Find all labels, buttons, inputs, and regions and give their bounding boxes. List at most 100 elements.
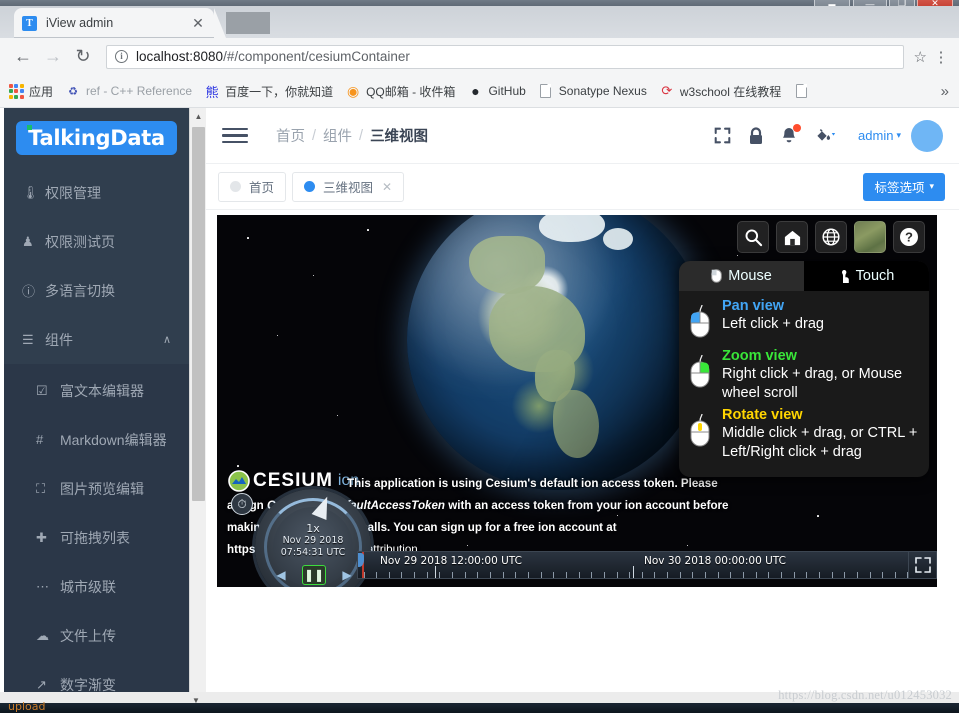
timeline-ticks: [358, 570, 908, 578]
sidebar-item-i18n[interactable]: ⓘ 多语言切换: [4, 266, 189, 315]
navhelp-text-pan: Pan view Left click + drag: [720, 297, 920, 334]
page-tab-home[interactable]: 首页: [218, 171, 287, 202]
help-icon[interactable]: ?: [893, 221, 925, 253]
mouse-middle-button-icon: [686, 406, 720, 453]
sidebar-item-count-to[interactable]: ↗ 数字渐变: [4, 660, 189, 693]
cloud-upload-icon: ☁: [36, 627, 49, 643]
browser-toolbar: ← → ↻ i localhost:8080/#/component/cesiu…: [0, 38, 959, 75]
tab-close-icon[interactable]: ✕: [190, 15, 206, 32]
address-bar[interactable]: i localhost:8080/#/component/cesiumConta…: [106, 44, 904, 69]
back-icon[interactable]: ←: [8, 42, 38, 72]
page-tab-close-icon[interactable]: ✕: [382, 180, 392, 194]
header-icon-group: [714, 123, 836, 145]
navhelp-tab-touch[interactable]: Touch: [804, 261, 929, 291]
lock-icon[interactable]: [748, 126, 764, 145]
scene-mode-globe-icon[interactable]: [815, 221, 847, 253]
bookmark-cpp-reference[interactable]: ♻ ref - C++ Reference: [65, 83, 192, 99]
sidebar-item-label: 多语言切换: [45, 282, 115, 299]
bookmark-label: Sonatype Nexus: [558, 84, 647, 98]
bookmark-untitled[interactable]: [793, 83, 814, 99]
reload-icon[interactable]: ↻: [68, 42, 98, 72]
navhelp-row-pan: Pan view Left click + drag: [686, 297, 920, 344]
navhelp-text-zoom: Zoom view Right click + drag, or Mouse w…: [720, 347, 920, 403]
bookmark-qqmail[interactable]: ◉ QQ邮箱 - 收件箱: [345, 83, 455, 100]
home-icon[interactable]: [776, 221, 808, 253]
animation-controls: ◀ ❚❚ ▶: [269, 565, 359, 585]
navhelp-tab-mouse[interactable]: Mouse: [679, 261, 804, 291]
forward-icon[interactable]: →: [38, 42, 68, 72]
sidebar-item-markdown-editor[interactable]: # Markdown编辑器: [4, 415, 189, 464]
sidebar-submenu: ☑ 富文本编辑器 # Markdown编辑器 ⛶ 图片预览编辑 ✚ 可拖拽列表 …: [4, 364, 189, 692]
browser-menu-icon[interactable]: ⋮: [931, 48, 951, 66]
user-menu[interactable]: admin ▾: [858, 119, 943, 152]
sidebar-item-label: 数字渐变: [60, 676, 116, 693]
sidebar-scrollbar[interactable]: ▲ ▼: [189, 108, 206, 713]
bookmarks-overflow-icon[interactable]: »: [941, 83, 949, 100]
scroll-up-icon[interactable]: ▲: [190, 108, 207, 125]
mouse-right-button-icon: [686, 347, 720, 394]
base-layer-picker-icon[interactable]: [854, 221, 886, 253]
qqmail-icon: ◉: [346, 82, 360, 99]
timeline-track[interactable]: Nov 29 2018 12:00:00 UTC Nov 30 2018 00:…: [358, 552, 908, 578]
cesium-viewer[interactable]: ? Mouse Touch Pan view Left click + drag…: [217, 215, 937, 587]
sidebar-item-label: 图片预览编辑: [60, 480, 144, 497]
cesium-animation-widget[interactable]: ⏱ 1x Nov 29 2018 07:54:31 UTC ◀ ❚❚ ▶: [225, 489, 375, 587]
page-tabbar: 首页 三维视图 ✕ 标签选项 ▾: [206, 164, 959, 210]
browser-tab-iview-admin[interactable]: T iView admin ✕: [14, 8, 226, 38]
bookmark-label: QQ邮箱 - 收件箱: [366, 84, 456, 99]
menu-collapse-icon[interactable]: [222, 123, 248, 148]
document-icon: [793, 83, 809, 99]
bookmark-baidu[interactable]: 熊 百度一下，你就知道: [204, 83, 334, 100]
navhelp-title: Zoom view: [722, 348, 797, 364]
breadcrumb-item-components[interactable]: 组件: [323, 125, 352, 146]
theme-color-icon[interactable]: [814, 127, 836, 144]
sidebar-item-label: 富文本编辑器: [60, 382, 144, 399]
sidebar-item-permission-test[interactable]: ♟ 权限测试页: [4, 217, 189, 266]
sidebar-item-permission-manage[interactable]: 🌡 权限管理: [4, 168, 189, 217]
sidebar: TalkingData 🌡 权限管理 ♟ 权限测试页 ⓘ 多语言切换 ☰ 组件 …: [4, 108, 189, 692]
breadcrumb-separator: /: [359, 127, 364, 144]
move-icon: ✚: [36, 529, 47, 545]
tab-dot-icon: [304, 181, 316, 192]
play-button[interactable]: ▶: [335, 565, 359, 585]
bookmark-star-icon[interactable]: ☆: [910, 48, 931, 66]
sidebar-group-components[interactable]: ☰ 组件 ∧: [4, 315, 189, 364]
pause-button[interactable]: ❚❚: [302, 565, 326, 585]
animation-dial[interactable]: 1x Nov 29 2018 07:54:31 UTC ◀ ❚❚ ▶: [255, 489, 371, 587]
timeline-expand-icon[interactable]: [908, 552, 936, 578]
reverse-button[interactable]: ◀: [269, 565, 293, 585]
site-info-icon[interactable]: i: [115, 50, 128, 63]
globe-icon: ⓘ: [22, 284, 36, 299]
search-icon[interactable]: [737, 221, 769, 253]
sidebar-group-label: 组件: [45, 331, 73, 348]
browser-tab-title: iView admin: [46, 16, 114, 30]
fullscreen-icon[interactable]: [714, 127, 731, 144]
sidebar-item-file-upload[interactable]: ☁ 文件上传: [4, 611, 189, 660]
avatar[interactable]: [911, 119, 943, 152]
bookmark-label: w3school 在线教程: [679, 84, 782, 99]
mouse-left-button-icon: [686, 297, 720, 344]
w3school-icon: ⟳: [661, 83, 673, 98]
sidebar-logo[interactable]: TalkingData: [4, 108, 189, 168]
bookmark-apps[interactable]: 应用: [8, 83, 53, 100]
new-tab-placeholder[interactable]: [226, 12, 270, 34]
bookmark-sonatype-nexus[interactable]: Sonatype Nexus: [538, 83, 647, 99]
scrollbar-thumb[interactable]: [192, 127, 205, 501]
taskbar-item-label[interactable]: upload: [8, 700, 45, 713]
tab-dot-icon: [230, 181, 241, 192]
tag-options-button[interactable]: 标签选项 ▾: [863, 172, 945, 201]
page-tab-3d-view[interactable]: 三维视图 ✕: [292, 171, 405, 202]
crop-icon: ⛶: [36, 480, 46, 496]
apps-grid-icon: [8, 83, 24, 99]
cesium-timeline[interactable]: Nov 29 2018 12:00:00 UTC Nov 30 2018 00:…: [357, 551, 937, 579]
sidebar-item-rich-text-editor[interactable]: ☑ 富文本编辑器: [4, 366, 189, 415]
clock-icon[interactable]: ⏱: [231, 493, 253, 515]
sidebar-item-draggable-list[interactable]: ✚ 可拖拽列表: [4, 513, 189, 562]
sidebar-item-image-preview-edit[interactable]: ⛶ 图片预览编辑: [4, 464, 189, 513]
bell-icon[interactable]: [781, 123, 802, 145]
sidebar-item-city-cascader[interactable]: ⋯ 城市级联: [4, 562, 189, 611]
dots-icon: ⋯: [36, 578, 49, 594]
breadcrumb-item-home[interactable]: 首页: [276, 125, 305, 146]
bookmark-github[interactable]: ● GitHub: [467, 83, 526, 99]
bookmark-w3school[interactable]: ⟳ w3school 在线教程: [659, 83, 781, 100]
